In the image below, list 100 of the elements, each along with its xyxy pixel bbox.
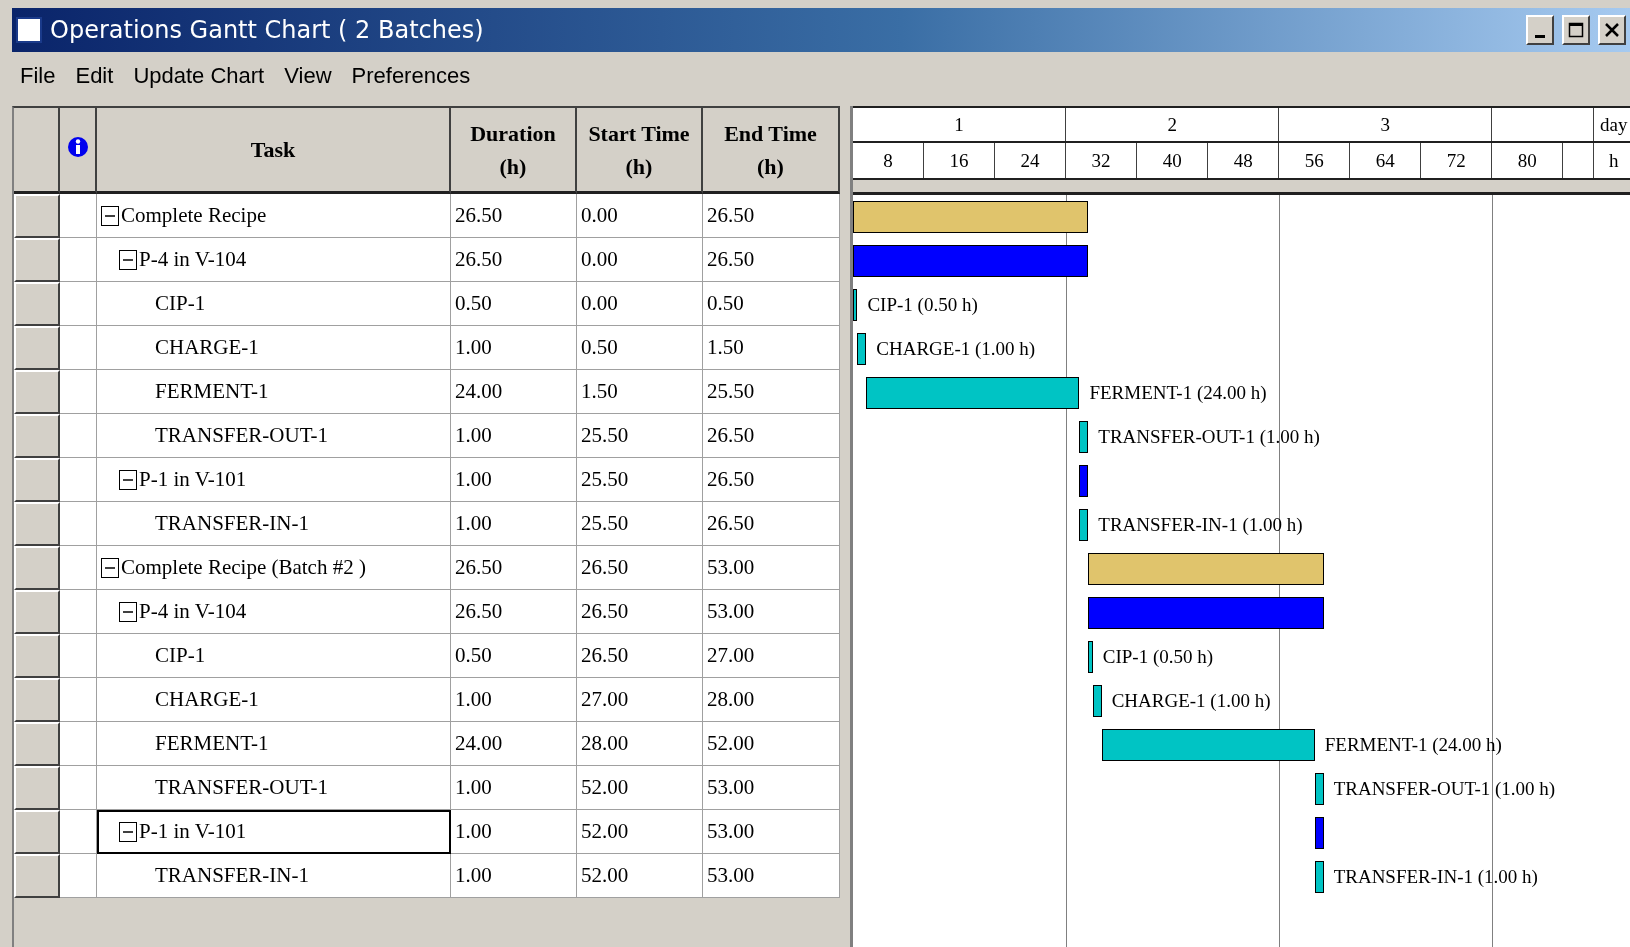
gantt-bar[interactable]	[866, 377, 1080, 409]
bar-label: TRANSFER-OUT-1 (1.00 h)	[1098, 425, 1320, 449]
row-header[interactable]	[14, 634, 60, 678]
row-header[interactable]	[14, 370, 60, 414]
gantt-bar[interactable]	[853, 289, 858, 321]
gantt-bar[interactable]	[853, 201, 1089, 233]
gantt-bar[interactable]	[1079, 465, 1089, 497]
table-cell: 25.50	[577, 458, 703, 502]
gantt-bar[interactable]	[1092, 685, 1102, 717]
task-cell[interactable]: P-4 in V-104	[97, 590, 451, 634]
table-cell: 26.50	[451, 546, 577, 590]
table-cell: 1.50	[577, 370, 703, 414]
row-header[interactable]	[14, 766, 60, 810]
task-name: CHARGE-1	[155, 335, 259, 360]
hour-label: 80	[1492, 143, 1564, 178]
info-cell	[60, 766, 97, 810]
gantt-bar[interactable]	[1088, 553, 1324, 585]
task-cell[interactable]: P-1 in V-101	[97, 810, 451, 854]
table-cell: 1.00	[451, 810, 577, 854]
task-cell[interactable]: CIP-1	[97, 634, 451, 678]
table-cell: 1.50	[703, 326, 840, 370]
table-cell: 26.50	[703, 502, 840, 546]
gantt-bar[interactable]	[1314, 773, 1324, 805]
collapse-icon[interactable]	[119, 469, 137, 490]
task-cell[interactable]: CHARGE-1	[97, 678, 451, 722]
menu-item[interactable]: Preferences	[351, 63, 471, 89]
collapse-icon[interactable]	[101, 557, 119, 578]
task-cell[interactable]: CIP-1	[97, 282, 451, 326]
task-name: FERMENT-1	[155, 731, 269, 756]
table-cell: 28.00	[577, 722, 703, 766]
task-cell[interactable]: FERMENT-1	[97, 722, 451, 766]
gantt-bar[interactable]	[857, 333, 867, 365]
menu-item[interactable]: File	[20, 63, 56, 89]
row-header[interactable]	[14, 590, 60, 634]
task-cell[interactable]: CHARGE-1	[97, 326, 451, 370]
row-header[interactable]	[14, 854, 60, 898]
column-header[interactable]: Start Time (h)	[577, 108, 703, 194]
row-header[interactable]	[14, 810, 60, 854]
bar-label: CIP-1 (0.50 h)	[867, 293, 978, 317]
collapse-icon[interactable]	[101, 205, 119, 226]
table-cell: 26.50	[703, 194, 840, 238]
row-header[interactable]	[14, 326, 60, 370]
table-cell: 0.00	[577, 194, 703, 238]
row-header[interactable]	[14, 722, 60, 766]
collapse-icon[interactable]	[119, 601, 137, 622]
task-name: FERMENT-1	[155, 379, 269, 404]
row-header[interactable]	[14, 502, 60, 546]
maximize-button[interactable]	[1562, 15, 1590, 45]
column-header[interactable]: End Time (h)	[703, 108, 840, 194]
column-header[interactable]: Task	[97, 108, 451, 194]
task-cell[interactable]: TRANSFER-IN-1	[97, 854, 451, 898]
task-cell[interactable]: FERMENT-1	[97, 370, 451, 414]
table-cell: 0.00	[577, 282, 703, 326]
gantt-bar[interactable]	[1079, 421, 1089, 453]
task-cell[interactable]: Complete Recipe	[97, 194, 451, 238]
gantt-bar[interactable]	[1088, 641, 1093, 673]
gantt-bar[interactable]	[1314, 817, 1324, 849]
hour-label: 32	[1066, 143, 1138, 178]
table-cell: 1.00	[451, 458, 577, 502]
row-header[interactable]	[14, 282, 60, 326]
minimize-button[interactable]	[1526, 15, 1554, 45]
row-header[interactable]	[14, 194, 60, 238]
close-button[interactable]	[1598, 15, 1626, 45]
bar-label: TRANSFER-IN-1 (1.00 h)	[1333, 865, 1538, 889]
table-cell: 25.50	[577, 414, 703, 458]
collapse-icon[interactable]	[119, 249, 137, 270]
gantt-bar[interactable]	[1101, 729, 1315, 761]
task-cell[interactable]: P-1 in V-101	[97, 458, 451, 502]
day-label: 2	[1066, 108, 1280, 141]
row-header[interactable]	[14, 238, 60, 282]
menu-item[interactable]: Update Chart	[133, 63, 265, 89]
task-name: CIP-1	[155, 291, 206, 316]
table-cell: 1.00	[451, 854, 577, 898]
table-cell: 0.50	[451, 634, 577, 678]
task-cell[interactable]: TRANSFER-OUT-1	[97, 414, 451, 458]
info-cell	[60, 590, 97, 634]
table-cell: 24.00	[451, 370, 577, 414]
row-header[interactable]	[14, 414, 60, 458]
table-cell: 26.50	[451, 238, 577, 282]
bar-label: TRANSFER-IN-1 (1.00 h)	[1098, 513, 1303, 537]
menu-item[interactable]: Edit	[75, 63, 114, 89]
row-header[interactable]	[14, 546, 60, 590]
table-cell: 1.00	[451, 502, 577, 546]
day-label: 3	[1279, 108, 1493, 141]
info-cell	[60, 810, 97, 854]
gantt-bar[interactable]	[1079, 509, 1089, 541]
hour-label: 64	[1350, 143, 1422, 178]
task-name: TRANSFER-OUT-1	[155, 775, 329, 800]
collapse-icon[interactable]	[119, 821, 137, 842]
row-header[interactable]	[14, 458, 60, 502]
column-header[interactable]: Duration (h)	[451, 108, 577, 194]
gantt-bar[interactable]	[1314, 861, 1324, 893]
task-cell[interactable]: P-4 in V-104	[97, 238, 451, 282]
table-cell: 0.50	[703, 282, 840, 326]
row-header[interactable]	[14, 678, 60, 722]
menu-item[interactable]: View	[284, 63, 332, 89]
table-cell: 26.50	[577, 546, 703, 590]
task-cell[interactable]: TRANSFER-OUT-1	[97, 766, 451, 810]
task-cell[interactable]: Complete Recipe (Batch #2 )	[97, 546, 451, 590]
task-cell[interactable]: TRANSFER-IN-1	[97, 502, 451, 546]
